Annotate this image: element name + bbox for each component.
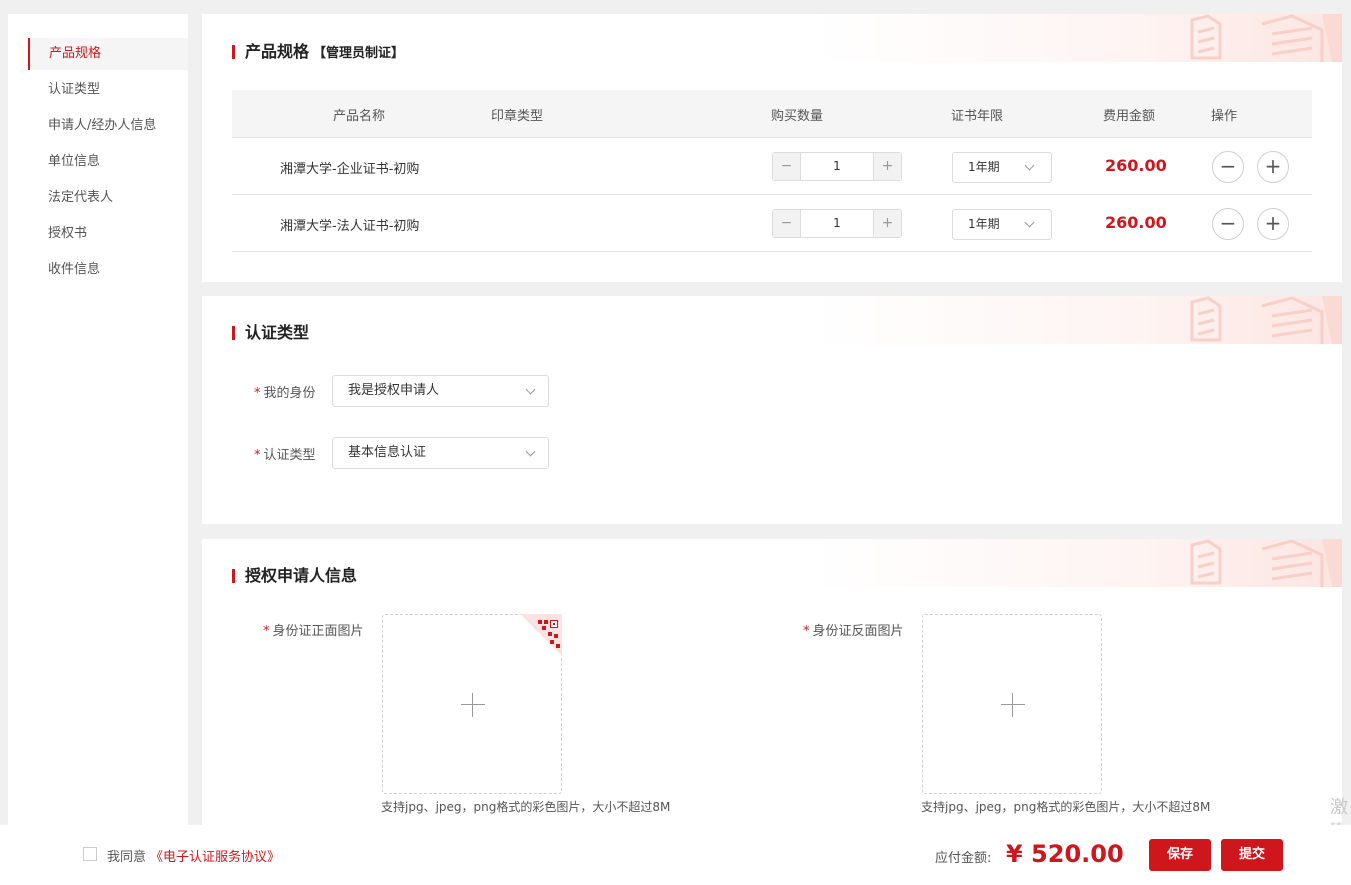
certificate-years-select[interactable]: 1年期 [952,209,1052,240]
submit-button[interactable]: 提交 [1221,839,1283,871]
sidebar-item-label: 申请人/经办人信息 [48,118,157,133]
table-header: 产品名称 印章类型 购买数量 证书年限 费用金额 操作 [232,90,1312,138]
column-header: 印章类型 [491,109,544,124]
id-front-label: * 身份证正面图片 [263,624,364,639]
quantity-input[interactable]: 1 [801,153,873,180]
column-header: 证书年限 [951,109,1004,124]
sidebar-item-label: 产品规格 [49,46,102,61]
remove-row-button[interactable]: − [1212,151,1244,183]
table-row: 湘潭大学-法人证书-初购 − 1 + 1年期 260.00 − + [232,195,1312,252]
decrement-button[interactable]: − [773,210,801,237]
quantity-stepper: − 1 + [772,209,902,238]
plus-icon [1012,693,1013,717]
plus-icon [461,704,485,705]
agreement-text: 我同意 《电子认证服务协议》 [107,850,281,865]
sidebar-item-legal-representative[interactable]: 法定代表人 [28,182,188,214]
agree-checkbox[interactable] [83,847,97,861]
add-row-button[interactable]: + [1257,151,1289,183]
identity-label: * 我的身份 [254,386,316,401]
agreement-link[interactable]: 《电子认证服务协议》 [150,850,280,865]
chevron-down-icon [525,446,536,457]
increment-button[interactable]: + [873,210,901,237]
quantity-stepper: − 1 + [772,152,902,181]
save-button[interactable]: 保存 [1149,839,1211,871]
chevron-down-icon [1024,160,1035,171]
sidebar-item-organization-info[interactable]: 单位信息 [28,146,188,178]
sidebar-item-label: 授权书 [48,226,88,241]
sidebar-item-label: 收件信息 [48,262,101,277]
id-front-upload[interactable] [382,614,562,794]
column-header: 产品名称 [333,109,386,124]
auth-type-select[interactable]: 基本信息认证 [332,437,549,469]
column-header: 购买数量 [771,109,824,124]
chevron-down-icon [1024,217,1035,228]
sidebar-nav: 产品规格 认证类型 申请人/经办人信息 单位信息 法定代表人 授权书 收件信息 [8,14,188,825]
auth-type-label: * 认证类型 [254,448,316,463]
plus-icon [1001,704,1025,705]
increment-button[interactable]: + [873,153,901,180]
applicant-info-card: 授权申请人信息 * 身份证正面图片 支持jpg、jpeg，png格式的彩色图片，大… [202,539,1342,825]
product-table: 产品名称 印章类型 购买数量 证书年限 费用金额 操作 湘潭大学-企业证书-初购… [232,90,1312,252]
product-name: 湘潭大学-法人证书-初购 [280,219,420,234]
column-header: 操作 [1211,109,1238,124]
sidebar-item-label: 法定代表人 [48,190,114,205]
product-name: 湘潭大学-企业证书-初购 [280,162,420,177]
decrement-button[interactable]: − [773,153,801,180]
sidebar-item-product-spec[interactable]: 产品规格 [28,38,188,70]
header-decoration [812,296,1342,344]
upload-hint: 支持jpg、jpeg，png格式的彩色图片，大小不超过8M [381,800,671,814]
column-header: 费用金额 [1103,109,1156,124]
table-row: 湘潭大学-企业证书-初购 − 1 + 1年期 260.00 − + [232,138,1312,195]
product-spec-card: 产品规格 【管理员制证】 产品名称 印章类型 购买数量 证书年限 费用金额 操作 … [202,14,1342,282]
plus-icon [472,693,473,717]
sidebar-item-label: 单位信息 [48,154,101,169]
section-title: 产品规格 【管理员制证】 [232,43,404,61]
identity-select[interactable]: 我是授权申请人 [332,375,549,407]
footer-bar: 我同意 《电子认证服务协议》 应付金额: ¥ 520.00 保存 提交 [0,825,1351,885]
certificate-years-select[interactable]: 1年期 [952,152,1052,183]
id-back-label: * 身份证反面图片 [803,624,904,639]
price-value: 260.00 [1105,156,1167,175]
amount-due-label: 应付金额: [935,851,992,866]
section-title: 授权申请人信息 [232,567,357,585]
add-row-button[interactable]: + [1257,208,1289,240]
upload-hint: 支持jpg、jpeg，png格式的彩色图片，大小不超过8M [921,800,1211,814]
quantity-input[interactable]: 1 [801,210,873,237]
price-value: 260.00 [1105,213,1167,232]
header-decoration [812,14,1342,62]
sidebar-item-authorization-letter[interactable]: 授权书 [28,218,188,250]
remove-row-button[interactable]: − [1212,208,1244,240]
id-back-upload[interactable] [922,614,1102,794]
sidebar-item-label: 认证类型 [48,82,101,97]
section-title: 认证类型 [232,324,309,342]
qr-code-icon [520,614,562,656]
sidebar-item-auth-type[interactable]: 认证类型 [28,74,188,106]
sidebar-item-applicant-info[interactable]: 申请人/经办人信息 [28,110,188,142]
section-note: 【管理员制证】 [313,46,405,61]
floating-widget-text: 激 [1330,797,1348,818]
amount-due-value: ¥ 520.00 [1006,840,1124,868]
chevron-down-icon [525,384,536,395]
sidebar-item-delivery-info[interactable]: 收件信息 [28,254,188,286]
header-decoration [812,539,1342,587]
auth-type-card: 认证类型 * 我的身份 我是授权申请人 * 认证类型 基本信息认证 [202,296,1342,524]
